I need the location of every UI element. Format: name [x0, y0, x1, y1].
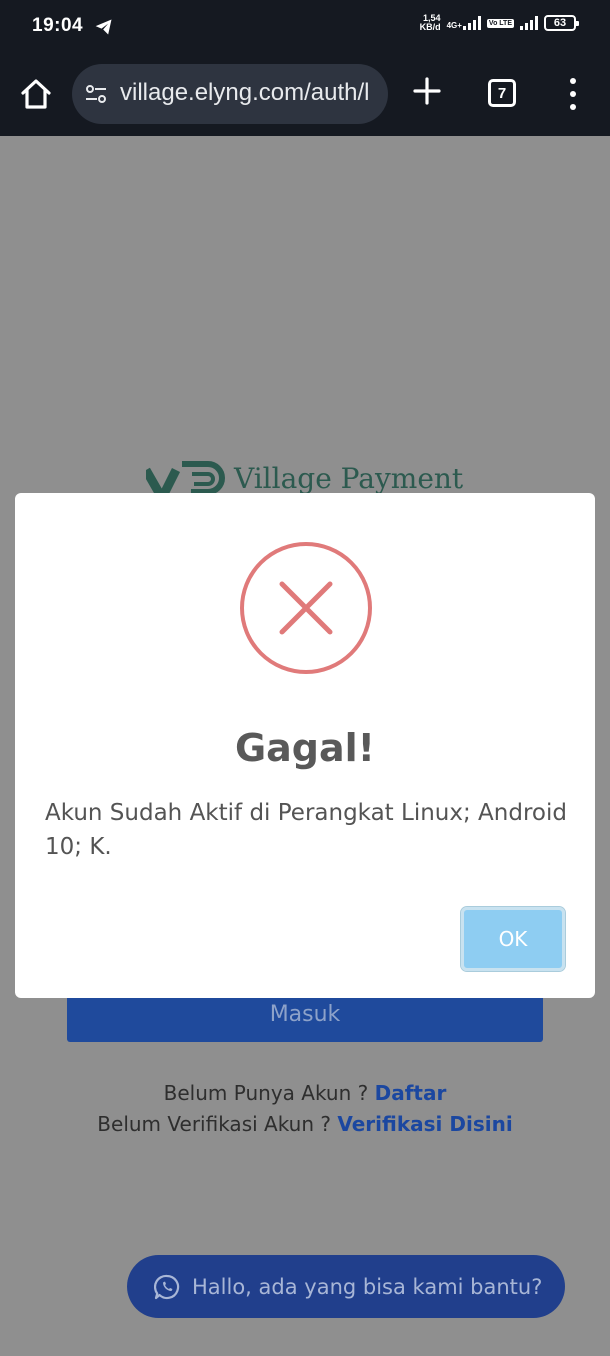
status-indicators: 1,54 KB/d 4G+ Vo LTE 63: [419, 13, 579, 32]
status-bar: 19:04 1,54 KB/d 4G+ Vo LTE 63: [0, 0, 610, 56]
whatsapp-icon: [154, 1274, 180, 1299]
new-tab-icon[interactable]: [410, 74, 444, 108]
app-logo: Village Payment: [146, 458, 463, 498]
net-speed: 1,54 KB/d: [419, 13, 441, 32]
status-time: 19:04: [32, 15, 84, 36]
register-prompt: Belum Punya Akun ?: [163, 1081, 369, 1105]
verify-line: Belum Verifikasi Akun ? Verifikasi Disin…: [0, 1112, 610, 1136]
error-x-icon: [240, 542, 372, 674]
battery-icon: 63: [544, 15, 579, 31]
tab-switcher-button[interactable]: 7: [488, 79, 516, 107]
logo-text: Village Payment: [234, 461, 464, 495]
more-menu-icon[interactable]: [563, 78, 583, 110]
register-line: Belum Punya Akun ? Daftar: [0, 1081, 610, 1105]
tab-count: 7: [497, 84, 507, 102]
register-link[interactable]: Daftar: [375, 1081, 447, 1105]
url-text[interactable]: village.elyng.com/auth/l: [120, 79, 369, 107]
whatsapp-text: Hallo, ada yang bisa kami bantu?: [192, 1274, 543, 1299]
home-icon[interactable]: [18, 76, 54, 112]
verify-link[interactable]: Verifikasi Disini: [337, 1112, 512, 1136]
signal-1: 4G+: [447, 16, 481, 30]
signal-bars-icon: [462, 16, 481, 30]
dialog-title: Gagal!: [234, 726, 376, 770]
whatsapp-chat-button[interactable]: Hallo, ada yang bisa kami bantu?: [127, 1255, 565, 1318]
ok-button[interactable]: OK: [460, 906, 566, 972]
dialog-message: Akun Sudah Aktif di Perangkat Linux; And…: [45, 800, 567, 860]
net-type: 4G+: [446, 21, 462, 30]
browser-toolbar: village.elyng.com/auth/l 7: [0, 56, 610, 136]
volte-icon: Vo LTE: [486, 18, 514, 28]
verify-prompt: Belum Verifikasi Akun ?: [97, 1112, 331, 1136]
signal-bars-icon-2: [520, 16, 538, 30]
address-bar[interactable]: village.elyng.com/auth/l: [72, 64, 388, 124]
error-dialog: Gagal! Akun Sudah Aktif di Perangkat Lin…: [15, 493, 595, 998]
telegram-icon: [95, 19, 112, 35]
village-payment-logo-icon: [146, 461, 225, 498]
site-settings-icon[interactable]: [84, 82, 108, 106]
